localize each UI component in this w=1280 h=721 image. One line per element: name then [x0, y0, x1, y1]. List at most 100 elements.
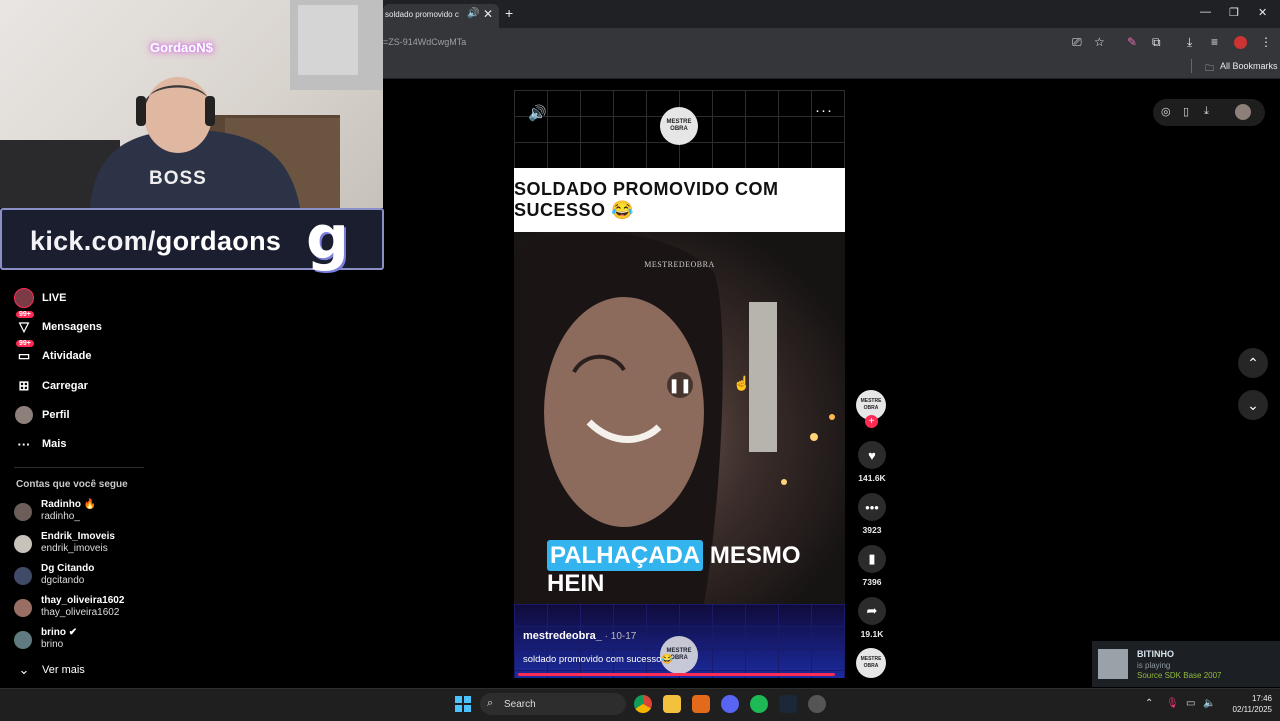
- maximize-button[interactable]: ❐: [1229, 6, 1239, 19]
- sidebar-item-activity[interactable]: ▭ 99+ Atividade: [14, 340, 92, 368]
- app-icon[interactable]: [692, 695, 710, 713]
- steam-icon[interactable]: [779, 695, 797, 713]
- share-count: 19.1K: [860, 629, 884, 639]
- tab-audio-icon[interactable]: 🔊: [467, 8, 479, 19]
- like-count: 141.6K: [858, 473, 886, 483]
- avatar: [14, 567, 32, 585]
- steam-friend-name: BITINHO: [1137, 649, 1174, 659]
- video-author[interactable]: mestredeobra_ · 10-17: [523, 630, 636, 642]
- upload-icon: ⊞: [18, 378, 30, 393]
- sidebar-item-label: Mensagens: [42, 321, 102, 333]
- comment-button[interactable]: ••• 3923: [857, 493, 887, 535]
- browser-tab[interactable]: soldado promovido c 🔊 ✕: [383, 4, 499, 28]
- minimize-button[interactable]: —: [1200, 6, 1211, 18]
- download-icon[interactable]: ⤓: [1187, 35, 1192, 50]
- profile-avatar-icon: [14, 405, 34, 425]
- activity-badge: 99+: [16, 340, 34, 347]
- following-title: Contas que você segue: [16, 479, 128, 490]
- video-player[interactable]: 🔊 MESTRE OBRA ··· SOLDADO PROMOVIDO COM …: [514, 90, 845, 678]
- chevron-down-icon: ⌄: [1247, 396, 1259, 413]
- post-date: · 10-17: [601, 631, 637, 642]
- sound-disc-icon[interactable]: MESTRE OBRA: [856, 648, 886, 678]
- user-avatar[interactable]: [1235, 104, 1251, 120]
- share-button[interactable]: ➦ 19.1K: [857, 597, 887, 639]
- autoscroll-icon[interactable]: ◎: [1161, 105, 1171, 118]
- video-watermark: MESTREDEOBRA: [644, 260, 715, 269]
- next-video-button[interactable]: ⌄: [1238, 390, 1268, 420]
- media-control-icon[interactable]: ≡: [1211, 35, 1218, 49]
- sidebar-item-messages[interactable]: ▽ 99+ Mensagens: [14, 311, 102, 339]
- pause-icon[interactable]: ❚❚: [667, 372, 693, 398]
- avatar: [14, 599, 32, 617]
- steam-notification[interactable]: BITINHO is playing Source SDK Base 2007: [1092, 641, 1280, 687]
- new-tab-button[interactable]: +: [505, 5, 513, 21]
- clock-date: 02/11/2025: [1232, 705, 1272, 714]
- account-handle: thay_oliveira1602: [41, 607, 120, 618]
- sidebar-item-label: Perfil: [42, 409, 70, 421]
- close-window-button[interactable]: ✕: [1258, 6, 1267, 19]
- follow-plus-icon[interactable]: +: [865, 415, 878, 428]
- sidebar-divider: [14, 467, 144, 468]
- kick-logo: g: [306, 203, 349, 273]
- extensions-icon[interactable]: ⧉: [1152, 35, 1161, 50]
- account-name: Dg Citando: [41, 563, 95, 574]
- search-icon: ⌕: [487, 697, 494, 709]
- folder-icon: 🗀: [1205, 63, 1215, 73]
- all-bookmarks-button[interactable]: All Bookmarks: [1220, 61, 1278, 71]
- bookmark-star-icon[interactable]: ☆: [1094, 35, 1105, 49]
- app-icon[interactable]: [808, 695, 826, 713]
- live-avatar-icon: [14, 288, 34, 308]
- see-more-button[interactable]: ⌄ Ver mais: [14, 658, 85, 682]
- bookmark-icon: ▮: [858, 545, 886, 573]
- kick-url: kick.com/gordaons: [30, 226, 281, 257]
- system-clock[interactable]: 17:46 02/11/2025: [1226, 693, 1272, 715]
- video-caption: PALHAÇADA MESMO HEIN: [547, 540, 845, 598]
- channel-logo: MESTRE OBRA: [660, 107, 698, 145]
- file-explorer-icon[interactable]: [663, 695, 681, 713]
- start-button[interactable]: [455, 696, 471, 712]
- microphone-icon[interactable]: 🎙: [1166, 698, 1179, 709]
- previous-video-button[interactable]: ⌃: [1238, 348, 1268, 378]
- like-button[interactable]: ♥ 141.6K: [857, 441, 887, 483]
- chrome-icon[interactable]: [634, 695, 652, 713]
- bookmark-divider: [1191, 59, 1192, 73]
- download-video-icon[interactable]: ⤓: [1204, 105, 1209, 118]
- volume-icon[interactable]: 🔊: [528, 104, 547, 122]
- video-title-banner: SOLDADO PROMOVIDO COM SUCESSO 😂: [514, 168, 845, 232]
- author-handle: mestredeobra_: [523, 630, 602, 642]
- more-options-icon[interactable]: ···: [815, 102, 833, 119]
- caption-highlight: PALHAÇADA: [547, 540, 704, 571]
- account-handle: brino: [41, 639, 64, 650]
- extension-pen-icon[interactable]: ✎: [1127, 35, 1137, 49]
- cast-icon[interactable]: ⎚: [1072, 35, 1082, 50]
- tab-close-icon[interactable]: ✕: [483, 7, 493, 21]
- sidebar-item-label: LIVE: [42, 292, 67, 304]
- spotify-icon[interactable]: [750, 695, 768, 713]
- network-icon[interactable]: ▭: [1186, 698, 1195, 709]
- kick-url-name: gordaons: [155, 226, 282, 256]
- shirt-text: BOSS: [149, 168, 207, 189]
- sidebar-item-label: Mais: [42, 438, 67, 450]
- sidebar-item-more[interactable]: ··· Mais: [14, 432, 67, 456]
- taskbar-search[interactable]: ⌕ Search: [480, 693, 626, 715]
- account-name: Radinho 🔥: [41, 499, 97, 510]
- video-progress-bar[interactable]: [518, 673, 835, 676]
- profile-avatar[interactable]: [1234, 36, 1247, 49]
- device-icon[interactable]: ▯: [1183, 105, 1189, 118]
- messages-badge: 99+: [16, 311, 34, 318]
- sidebar-item-label: Carregar: [42, 380, 88, 392]
- tray-chevron-icon[interactable]: ⌃: [1145, 698, 1153, 709]
- account-name: brino ✔: [41, 627, 78, 638]
- sidebar-item-live[interactable]: LIVE: [14, 286, 66, 310]
- volume-tray-icon[interactable]: 🔈: [1203, 698, 1215, 709]
- account-name: Endrik_Imoveis: [41, 531, 115, 542]
- comment-count: 3923: [862, 525, 882, 535]
- url-field[interactable]: =ZS-914WdCwgMTa: [383, 37, 466, 47]
- save-button[interactable]: ▮ 7396: [857, 545, 887, 587]
- chrome-menu-icon[interactable]: ⋮: [1260, 35, 1272, 49]
- account-name: thay_oliveira1602: [41, 595, 125, 606]
- sidebar-item-upload[interactable]: ⊞ Carregar: [14, 374, 88, 398]
- sidebar-item-profile[interactable]: Perfil: [14, 403, 70, 427]
- account-handle: radinho_: [41, 511, 80, 522]
- discord-icon[interactable]: [721, 695, 739, 713]
